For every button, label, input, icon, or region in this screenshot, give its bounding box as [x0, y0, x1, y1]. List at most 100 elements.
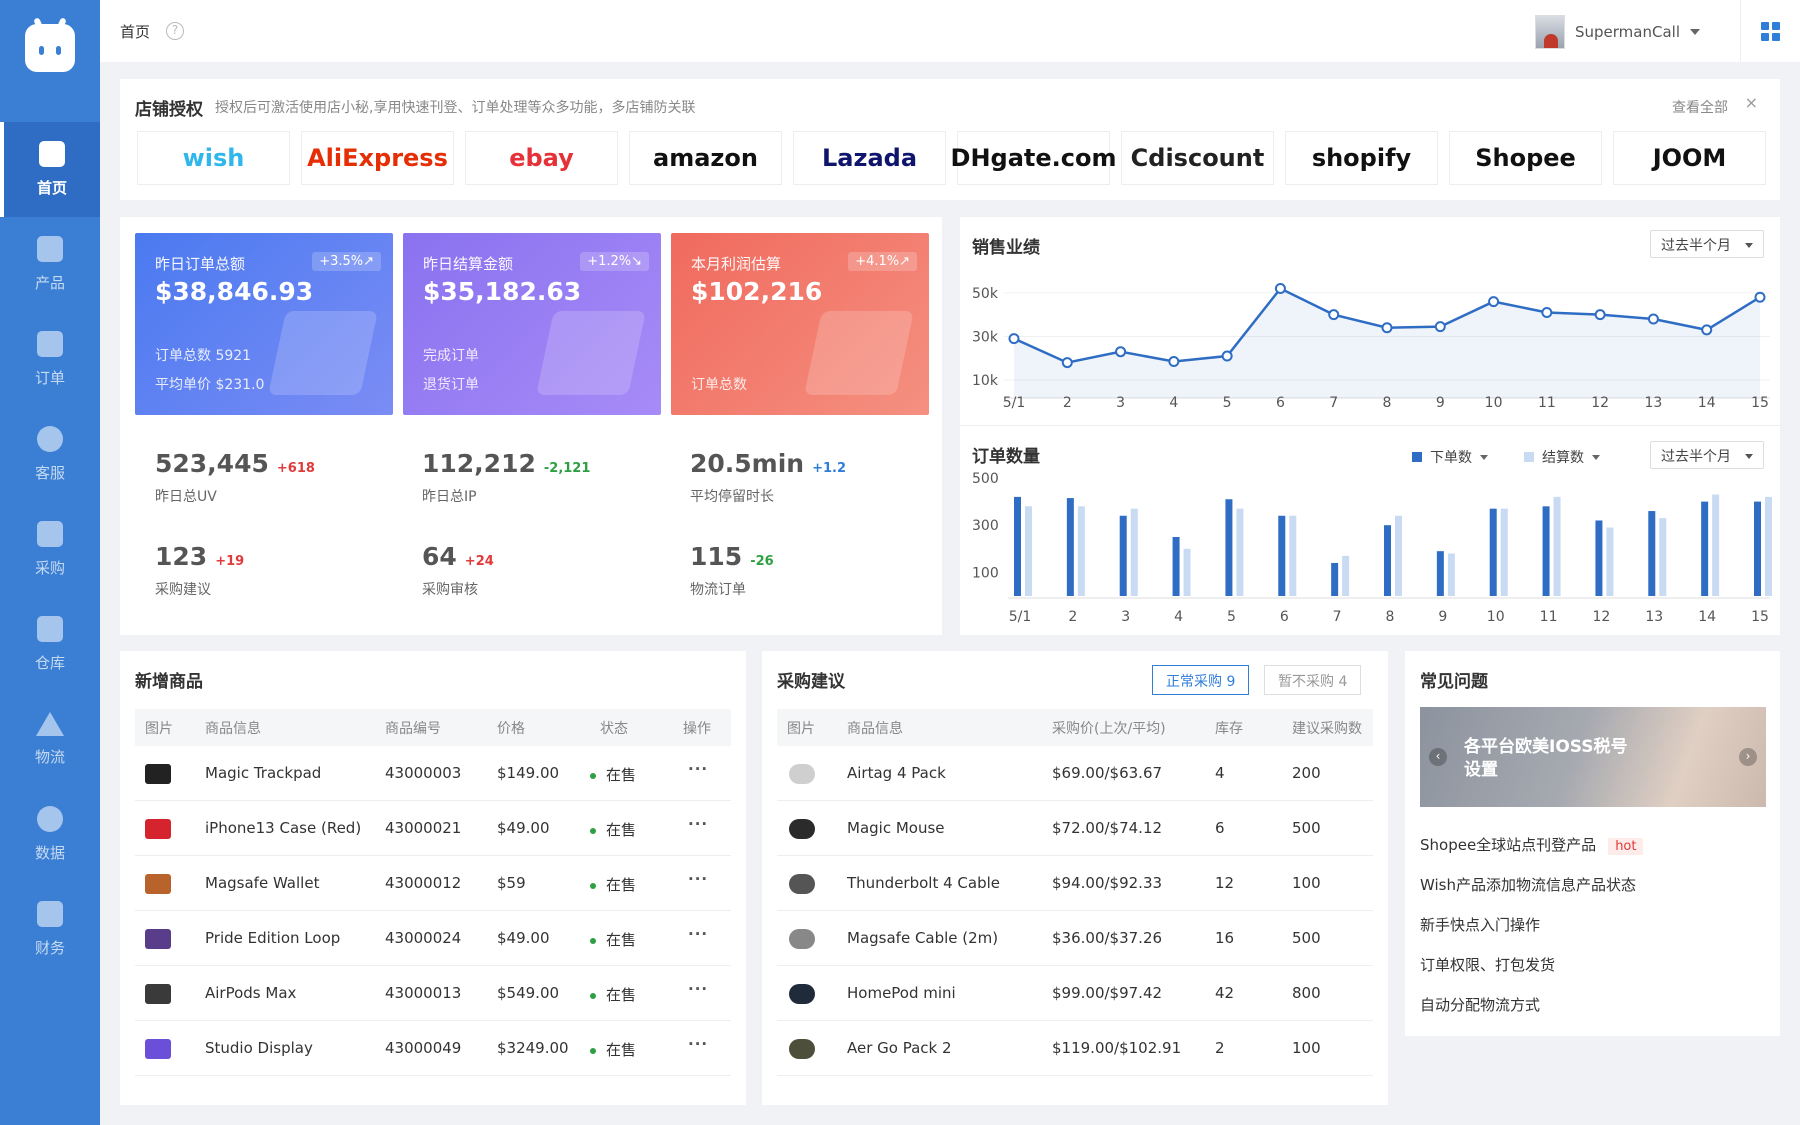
- bar-orders[interactable]: [1014, 496, 1021, 596]
- bar-settled[interactable]: [1712, 494, 1720, 596]
- platform-logo[interactable]: Shopee: [1449, 131, 1602, 185]
- platform-logo[interactable]: Lazada: [793, 131, 946, 185]
- bar-orders[interactable]: [1225, 499, 1233, 596]
- platform-logo[interactable]: JOOM: [1613, 131, 1766, 185]
- sidebar-item-4[interactable]: 采购: [0, 502, 100, 597]
- bar-orders[interactable]: [1119, 515, 1127, 596]
- faq-banner[interactable]: 各平台欧美IOSS税号设置 ‹ ›: [1420, 707, 1766, 807]
- apps-grid-icon[interactable]: [1740, 0, 1800, 62]
- sales-point[interactable]: [1701, 324, 1713, 336]
- more-icon[interactable]: ···: [688, 1035, 708, 1053]
- bar-orders[interactable]: [1489, 508, 1497, 596]
- view-all-link[interactable]: 查看全部: [1672, 97, 1728, 117]
- table-row[interactable]: Magic Mouse $72.00/$74.12 6 500: [777, 801, 1373, 856]
- bar-settled[interactable]: [1130, 508, 1138, 596]
- platform-logo[interactable]: amazon: [629, 131, 782, 185]
- faq-item[interactable]: 订单权限、打包发货: [1420, 954, 1555, 975]
- sales-point[interactable]: [1754, 291, 1766, 303]
- platform-logo[interactable]: AliExpress: [301, 131, 454, 185]
- bar-orders[interactable]: [1066, 498, 1074, 596]
- sales-point[interactable]: [1061, 357, 1073, 369]
- bar-settled[interactable]: [1289, 515, 1297, 596]
- faq-item[interactable]: 自动分配物流方式: [1420, 994, 1540, 1015]
- table-row[interactable]: HomePod mini $99.00/$97.42 42 800: [777, 966, 1373, 1021]
- table-row[interactable]: Magsafe Wallet 43000012 $59 在售 ···: [135, 856, 731, 911]
- sidebar-item-2[interactable]: 订单: [0, 312, 100, 407]
- bar-orders[interactable]: [1172, 537, 1180, 596]
- sales-point[interactable]: [1647, 313, 1659, 325]
- stat-card-order-total[interactable]: 昨日订单总额 +3.5%↗ $38,846.93 订单总数 5921 平均单价 …: [135, 233, 393, 415]
- faq-item[interactable]: 新手快点入门操作: [1420, 914, 1540, 935]
- bar-orders[interactable]: [1542, 506, 1550, 596]
- bar-settled[interactable]: [1236, 508, 1244, 596]
- table-row[interactable]: Magic Trackpad 43000003 $149.00 在售 ···: [135, 746, 731, 801]
- help-icon[interactable]: ?: [166, 22, 184, 40]
- bar-orders[interactable]: [1384, 525, 1391, 596]
- faq-item[interactable]: Shopee全球站点刊登产品 hot: [1420, 834, 1644, 855]
- bar-settled[interactable]: [1025, 506, 1032, 596]
- sidebar-item-8[interactable]: 财务: [0, 882, 100, 977]
- stat-card-settlement[interactable]: 昨日结算金额 +1.2%↘ $35,182.63 完成订单 退货订单: [403, 233, 661, 415]
- platform-logo[interactable]: Cdiscount: [1121, 131, 1274, 185]
- bar-settled[interactable]: [1765, 496, 1772, 596]
- faq-item[interactable]: Wish产品添加物流信息产品状态: [1420, 874, 1636, 895]
- bar-orders[interactable]: [1436, 551, 1444, 596]
- bar-orders[interactable]: [1595, 520, 1603, 596]
- platform-logo[interactable]: shopify: [1285, 131, 1438, 185]
- sales-point[interactable]: [1168, 355, 1180, 367]
- table-row[interactable]: Pride Edition Loop 43000024 $49.00 在售 ···: [135, 911, 731, 966]
- close-icon[interactable]: ×: [1745, 93, 1758, 112]
- sales-point[interactable]: [1115, 346, 1127, 358]
- sales-point[interactable]: [1594, 309, 1606, 321]
- platform-logo[interactable]: wish: [137, 131, 290, 185]
- chevron-left-icon[interactable]: ‹: [1429, 748, 1447, 766]
- platform-logo[interactable]: ebay: [465, 131, 618, 185]
- sales-point[interactable]: [1274, 283, 1286, 295]
- more-icon[interactable]: ···: [688, 980, 708, 998]
- table-row[interactable]: Studio Display 43000049 $3249.00 在售 ···: [135, 1021, 731, 1076]
- sidebar-item-3[interactable]: 客服: [0, 407, 100, 502]
- table-row[interactable]: Airtag 4 Pack $69.00/$63.67 4 200: [777, 746, 1373, 801]
- table-row[interactable]: iPhone13 Case (Red) 43000021 $49.00 在售 ···: [135, 801, 731, 856]
- bar-orders[interactable]: [1754, 501, 1761, 596]
- bar-settled[interactable]: [1077, 506, 1085, 596]
- chevron-right-icon[interactable]: ›: [1739, 748, 1757, 766]
- more-icon[interactable]: ···: [688, 815, 708, 833]
- sidebar-item-1[interactable]: 产品: [0, 217, 100, 312]
- sales-point[interactable]: [1328, 309, 1340, 321]
- table-row[interactable]: Thunderbolt 4 Cable $94.00/$92.33 12 100: [777, 856, 1373, 911]
- bar-settled[interactable]: [1659, 518, 1667, 596]
- sales-point[interactable]: [1541, 306, 1553, 318]
- sidebar-item-7[interactable]: 数据: [0, 787, 100, 882]
- sales-point[interactable]: [1008, 333, 1020, 345]
- bar-settled[interactable]: [1500, 508, 1508, 596]
- sidebar-item-0[interactable]: 首页: [0, 122, 100, 217]
- bar-settled[interactable]: [1395, 515, 1402, 596]
- bar-settled[interactable]: [1183, 548, 1191, 596]
- sales-point[interactable]: [1381, 322, 1393, 334]
- bar-settled[interactable]: [1606, 527, 1614, 596]
- more-icon[interactable]: ···: [688, 760, 708, 778]
- sales-point[interactable]: [1488, 296, 1500, 308]
- app-logo[interactable]: [25, 24, 75, 72]
- table-row[interactable]: Aer Go Pack 2 $119.00/$102.91 2 100: [777, 1021, 1373, 1076]
- sidebar-item-6[interactable]: 物流: [0, 692, 100, 787]
- bar-orders[interactable]: [1701, 501, 1709, 596]
- bar-orders[interactable]: [1648, 511, 1656, 596]
- table-row[interactable]: Magsafe Cable (2m) $36.00/$37.26 16 500: [777, 911, 1373, 966]
- bar-orders[interactable]: [1278, 515, 1286, 596]
- bar-orders[interactable]: [1331, 562, 1339, 596]
- sidebar-item-5[interactable]: 仓库: [0, 597, 100, 692]
- sales-point[interactable]: [1221, 350, 1233, 362]
- user-menu[interactable]: SupermanCall: [1535, 15, 1700, 49]
- table-row[interactable]: AirPods Max 43000013 $549.00 在售 ···: [135, 966, 731, 1021]
- more-icon[interactable]: ···: [688, 870, 708, 888]
- tab-normal-purchase[interactable]: 正常采购 9: [1152, 665, 1250, 695]
- platform-logo[interactable]: DHgate.com: [951, 131, 1117, 185]
- bar-settled[interactable]: [1553, 496, 1561, 596]
- more-icon[interactable]: ···: [688, 925, 708, 943]
- bar-settled[interactable]: [1447, 553, 1455, 596]
- stat-card-profit[interactable]: 本月利润估算 +4.1%↗ $102,216 订单总数: [671, 233, 929, 415]
- sales-point[interactable]: [1434, 321, 1446, 333]
- tab-paused-purchase[interactable]: 暂不采购 4: [1264, 665, 1362, 695]
